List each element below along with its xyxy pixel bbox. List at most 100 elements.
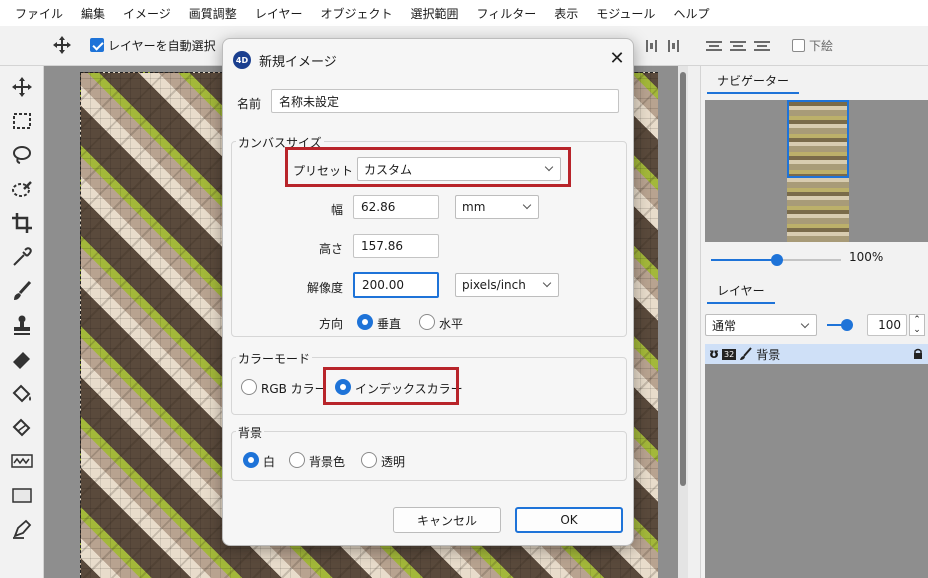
- magic-wand-icon: [12, 181, 32, 197]
- color-mode-highlight: [323, 367, 459, 405]
- opacity-slider-knob[interactable]: [841, 319, 853, 331]
- rect-select-icon: [13, 113, 31, 129]
- pen-tool[interactable]: [6, 514, 38, 544]
- move-icon: [53, 36, 71, 54]
- menu-bar: ファイル 編集 イメージ 画質調整 レイヤー オブジェクト 選択範囲 フィルター…: [0, 0, 928, 26]
- lasso-tool[interactable]: [6, 140, 38, 170]
- menu-adjust[interactable]: 画質調整: [180, 5, 246, 22]
- opacity-input[interactable]: 100: [867, 314, 907, 336]
- unit-value: mm: [462, 200, 486, 214]
- app-logo: 4D: [233, 51, 251, 69]
- blend-mode-value: 通常: [712, 318, 737, 333]
- orientation-portrait-radio[interactable]: [357, 314, 373, 330]
- align-middle-icon[interactable]: [730, 40, 746, 52]
- opacity-slider[interactable]: [827, 319, 853, 331]
- tab-navigator[interactable]: ナビゲーター: [707, 68, 800, 94]
- toolbox: [0, 66, 44, 578]
- path-icon: [11, 454, 33, 468]
- close-icon[interactable]: ✕: [607, 49, 627, 69]
- path-tool[interactable]: [6, 446, 38, 476]
- canvas-scrollbar[interactable]: [678, 66, 688, 578]
- menu-select[interactable]: 選択範囲: [401, 5, 467, 22]
- zoom-slider-knob[interactable]: [771, 254, 783, 266]
- bg-transparent-radio[interactable]: [361, 452, 377, 468]
- pen-tool-icon: [13, 519, 32, 539]
- zoom-label: 100%: [849, 250, 884, 264]
- height-field[interactable]: 157.86: [353, 234, 439, 258]
- opacity-spinner[interactable]: ⌃ ⌄: [909, 314, 925, 336]
- resolution-field[interactable]: 200.00: [353, 272, 439, 298]
- eyedropper-icon: [13, 247, 32, 266]
- stamp-icon: [14, 315, 30, 335]
- bg-color-radio[interactable]: [289, 452, 305, 468]
- bg-white-label: 白: [263, 455, 276, 469]
- background-title: 背景: [236, 424, 265, 441]
- width-field[interactable]: 62.86: [353, 195, 439, 219]
- menu-help[interactable]: ヘルプ: [664, 5, 718, 22]
- menu-file[interactable]: ファイル: [6, 5, 72, 22]
- blend-mode-select[interactable]: 通常: [705, 314, 817, 336]
- color-rgb-radio[interactable]: [241, 379, 257, 395]
- bg-white-radio[interactable]: [243, 452, 259, 468]
- rect-select-tool[interactable]: [6, 106, 38, 136]
- menu-view[interactable]: 表示: [545, 5, 587, 22]
- eraser-tool[interactable]: [6, 344, 38, 374]
- chevron-down-icon: [522, 200, 532, 210]
- distribute-h2-icon[interactable]: [666, 40, 682, 52]
- menu-layer[interactable]: レイヤー: [246, 5, 312, 22]
- orientation-landscape-radio[interactable]: [419, 314, 435, 330]
- layer-row[interactable]: ʊ 32 背景: [705, 344, 928, 364]
- align-bottom-icon[interactable]: [754, 40, 770, 52]
- lasso-icon: [13, 146, 31, 164]
- menu-module[interactable]: モジュール: [587, 5, 664, 22]
- magic-wand-tool[interactable]: [6, 174, 38, 204]
- color-mode-title: カラーモード: [236, 350, 313, 367]
- fill-bucket-icon: [12, 384, 31, 403]
- lock-icon: [914, 348, 922, 359]
- stamp-tool[interactable]: [6, 310, 38, 340]
- layers-list: ʊ 32 背景: [705, 344, 928, 578]
- distribute-h-icon[interactable]: [644, 40, 660, 52]
- tab-layers[interactable]: レイヤー: [707, 278, 775, 304]
- eyedropper-tool[interactable]: [6, 242, 38, 272]
- brush-icon: [740, 347, 752, 360]
- resolution-unit-select[interactable]: pixels/inch: [455, 273, 559, 297]
- color-rgb-label: RGB カラー: [261, 382, 327, 396]
- width-label: 幅: [331, 203, 344, 217]
- fill-tool[interactable]: [6, 378, 38, 408]
- zoom-slider[interactable]: [711, 252, 841, 268]
- auto-select-checkbox[interactable]: [90, 38, 104, 52]
- height-label: 高さ: [319, 242, 344, 256]
- scrollbar-thumb[interactable]: [680, 72, 686, 486]
- menu-object[interactable]: オブジェクト: [311, 5, 401, 22]
- rectangle-tool[interactable]: [6, 480, 38, 510]
- subimage-label: 下絵: [809, 39, 834, 53]
- menu-image[interactable]: イメージ: [114, 5, 180, 22]
- crop-tool[interactable]: [6, 208, 38, 238]
- unit-select[interactable]: mm: [455, 195, 539, 219]
- crop-icon: [12, 213, 32, 233]
- orientation-landscape-label: 水平: [439, 317, 464, 331]
- move-icon: [12, 77, 32, 97]
- preset-highlight: [285, 147, 571, 187]
- dialog-title-bar: 4D 新規イメージ: [233, 49, 337, 71]
- ok-button[interactable]: OK: [515, 507, 623, 533]
- menu-edit[interactable]: 編集: [72, 5, 114, 22]
- resolution-label: 解像度: [307, 281, 344, 295]
- eye-icon[interactable]: ʊ: [709, 347, 719, 362]
- name-field[interactable]: 名称未設定: [271, 89, 619, 113]
- eraser-icon: [13, 352, 30, 369]
- navigator-viewport[interactable]: [787, 100, 849, 178]
- bg-transparent-label: 透明: [381, 455, 406, 469]
- navigator-preview[interactable]: [705, 100, 928, 242]
- brush-tool[interactable]: [6, 276, 38, 306]
- orientation-portrait-label: 垂直: [377, 317, 402, 331]
- right-panel: ナビゲーター 100% レイヤー 通常 100 ⌃ ⌄ ʊ 32 背景: [700, 66, 928, 578]
- gradient-fill-tool[interactable]: [6, 412, 38, 442]
- cancel-button[interactable]: キャンセル: [393, 507, 501, 533]
- align-top-icon[interactable]: [706, 40, 722, 52]
- subimage-checkbox[interactable]: [792, 39, 805, 52]
- menu-filter[interactable]: フィルター: [467, 5, 545, 22]
- move-tool[interactable]: [6, 72, 38, 102]
- dialog-title: 新規イメージ: [259, 54, 337, 70]
